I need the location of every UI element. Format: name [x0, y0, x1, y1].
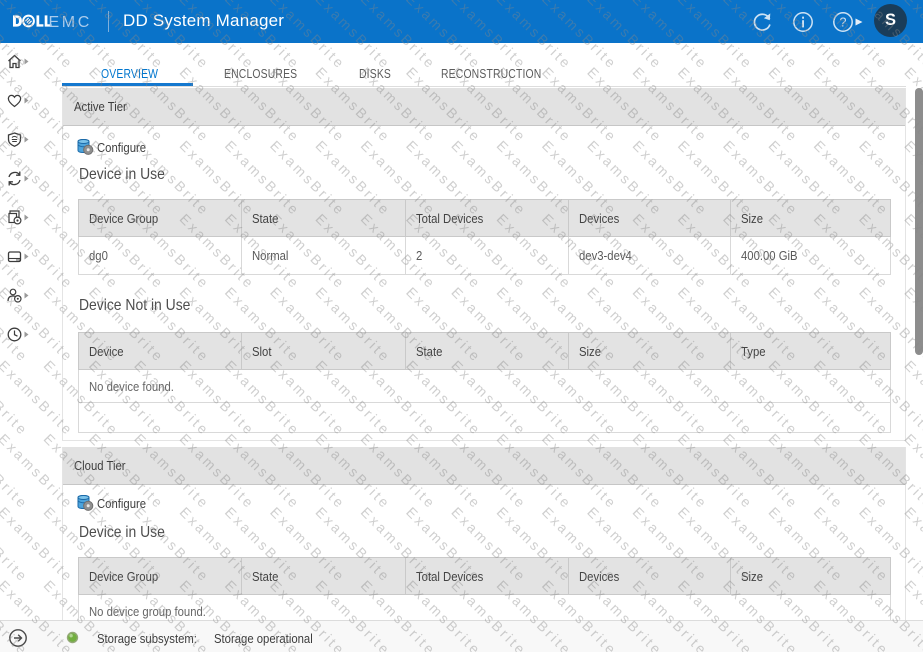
- svg-text:?: ?: [840, 16, 847, 30]
- svg-text:EMC: EMC: [49, 14, 92, 31]
